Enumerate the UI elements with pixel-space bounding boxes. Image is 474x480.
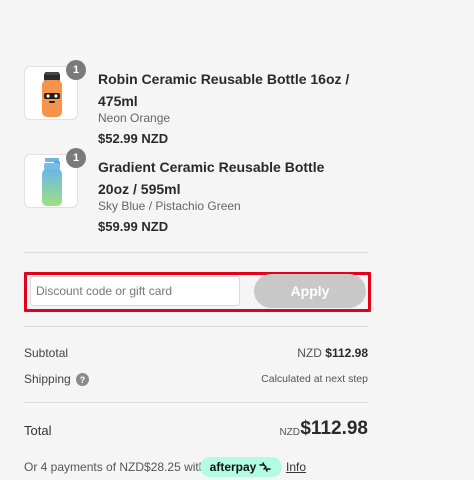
total-currency: NZD — [279, 427, 300, 438]
total-amount: $112.98 — [300, 418, 368, 439]
question-circle-icon[interactable]: ? — [76, 373, 89, 386]
product-price: $59.99 NZD — [98, 219, 169, 234]
product-name: Robin Ceramic Reusable Bottle 16oz / 475… — [98, 71, 350, 109]
afterpay-info-link[interactable]: Info — [286, 460, 306, 474]
total-label: Total — [24, 423, 52, 438]
afterpay-arrows-icon — [259, 462, 272, 472]
product-variant: Sky Blue / Pistachio Green — [98, 199, 241, 213]
order-summary-pane: 1 Robin Ceramic Reusable Bottle 16oz / 4… — [0, 0, 474, 480]
subtotal-label: Subtotal — [24, 346, 69, 360]
afterpay-logo-text: afterpay — [209, 460, 257, 474]
product-variant: Neon Orange — [98, 111, 171, 125]
quantity-badge: 1 — [66, 148, 86, 168]
shipping-value: Calculated at next step — [261, 373, 368, 385]
subtotal-value: $112.98 — [325, 346, 368, 360]
divider — [24, 252, 368, 253]
product-price: $52.99 NZD — [98, 131, 169, 146]
discount-code-input[interactable] — [30, 276, 240, 306]
product-name: Gradient Ceramic Reusable Bottle 20oz / … — [98, 159, 325, 197]
apply-discount-button[interactable]: Apply — [254, 274, 366, 308]
divider — [24, 326, 368, 327]
afterpay-installment-text: Or 4 payments of NZD$28.25 with — [24, 460, 206, 474]
divider — [24, 402, 368, 403]
afterpay-badge: afterpay — [200, 457, 282, 477]
quantity-badge: 1 — [66, 60, 86, 80]
shipping-label: Shipping — [24, 372, 71, 386]
subtotal-currency: NZD — [297, 346, 322, 360]
subtotal-amount: NZD $112.98 — [297, 346, 368, 360]
